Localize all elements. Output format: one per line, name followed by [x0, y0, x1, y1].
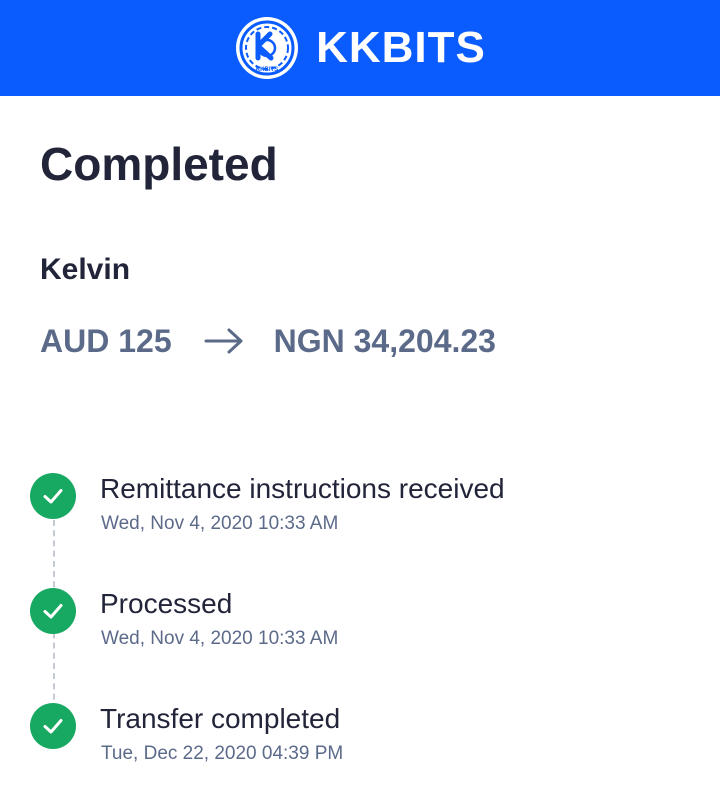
step-timestamp: Tue, Dec 22, 2020 04:39 PM [101, 743, 344, 764]
step-label: Remittance instructions received [100, 473, 505, 504]
step-timestamp: Wed, Nov 4, 2020 10:33 AM [101, 628, 339, 649]
step-label: Processed [100, 588, 233, 619]
timeline-step: Processed Wed, Nov 4, 2020 10:33 AM [30, 583, 690, 663]
status-title: Completed [40, 138, 278, 190]
recipient-name: Kelvin [40, 253, 131, 286]
brand[interactable]: KKBITS KKBITS [234, 15, 486, 81]
check-circle-icon [30, 473, 76, 519]
app-header: KKBITS KKBITS [0, 0, 720, 96]
timeline-step: Transfer completed Tue, Dec 22, 2020 04:… [30, 698, 690, 778]
timeline-step: Remittance instructions received Wed, No… [30, 468, 690, 548]
check-circle-icon [30, 588, 76, 634]
conversion-summary: AUD 125 NGN 34,204.23 [40, 322, 496, 360]
svg-text:KKBITS: KKBITS [256, 67, 278, 73]
kkbits-logo-icon: KKBITS [236, 17, 299, 79]
check-circle-icon [30, 703, 76, 749]
arrow-right-icon [204, 328, 243, 354]
from-amount: AUD 125 [40, 323, 172, 359]
brand-name: KKBITS [316, 23, 486, 72]
to-amount: NGN 34,204.23 [273, 323, 496, 359]
step-label: Transfer completed [100, 703, 341, 734]
step-timestamp: Wed, Nov 4, 2020 10:33 AM [101, 513, 339, 534]
